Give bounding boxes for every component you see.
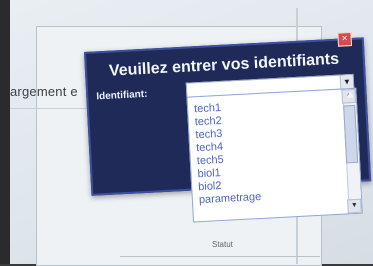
background-partial-text: argement e: [10, 84, 78, 99]
dropdown-arrow-icon[interactable]: ▼: [339, 74, 354, 89]
list-item[interactable]: biol2: [198, 180, 222, 193]
list-item[interactable]: biol1: [197, 167, 221, 180]
background-underline: [120, 256, 320, 257]
list-item[interactable]: tech4: [196, 141, 224, 154]
identifiant-label: Identifiant:: [96, 88, 148, 103]
dropdown-scrollbar[interactable]: ▲ ▼: [341, 88, 362, 214]
list-item[interactable]: tech3: [195, 128, 223, 141]
list-item[interactable]: tech1: [194, 102, 222, 115]
scroll-down-icon[interactable]: ▼: [347, 198, 362, 214]
statut-label: Statut: [212, 240, 233, 249]
list-item[interactable]: tech5: [197, 154, 225, 167]
close-button[interactable]: ×: [337, 31, 353, 47]
list-item[interactable]: tech2: [195, 115, 223, 128]
identifiant-dropdown-list[interactable]: tech1 tech2 tech3 tech4 tech5 biol1 biol…: [186, 87, 363, 223]
scrollbar-thumb[interactable]: [343, 104, 359, 164]
list-item[interactable]: parametrage: [199, 191, 262, 206]
login-dialog: × Veuillez entrer vos identifiants Ident…: [84, 31, 372, 223]
